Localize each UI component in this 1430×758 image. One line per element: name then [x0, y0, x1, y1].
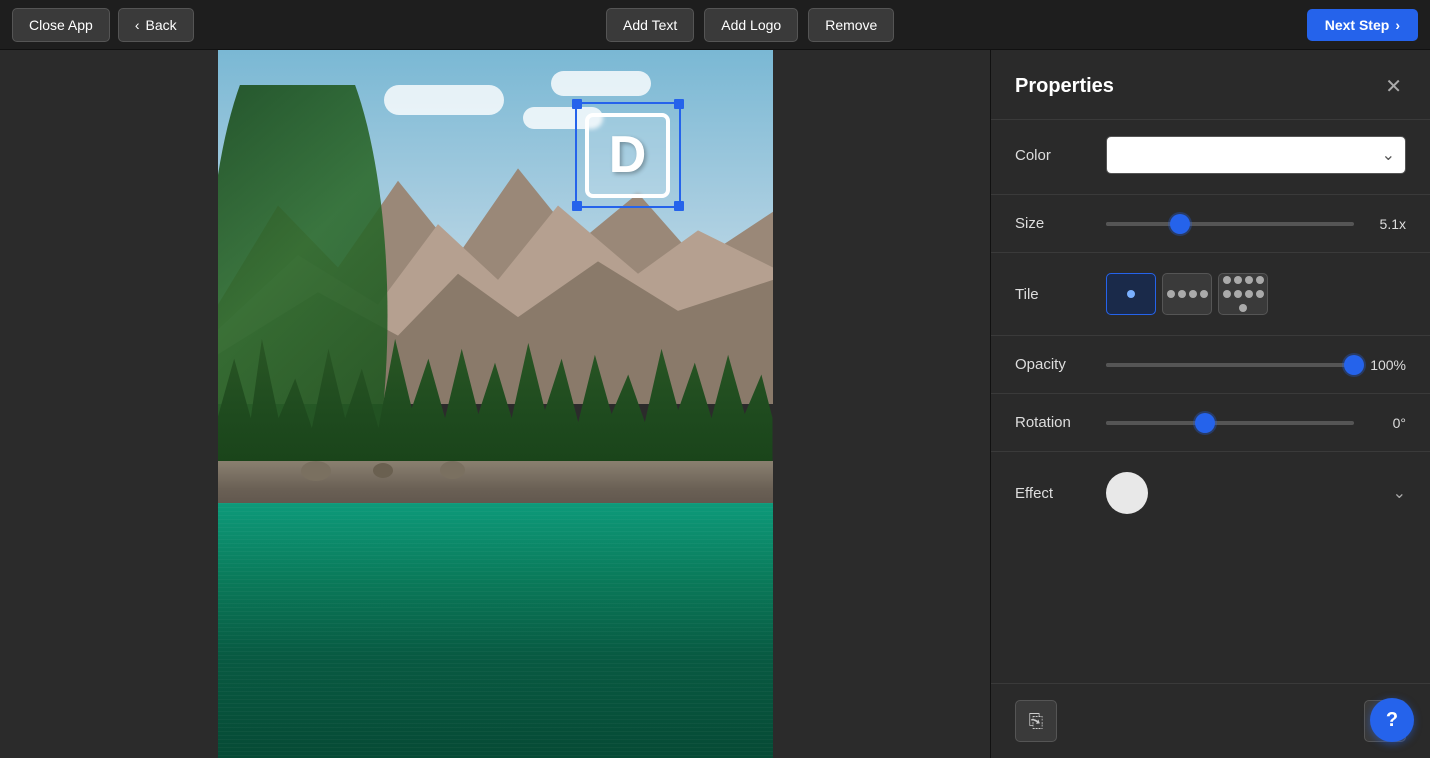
divider-3	[991, 335, 1430, 336]
size-slider-track[interactable]	[1106, 222, 1354, 226]
corner-tr[interactable]	[674, 99, 684, 109]
size-label: Size	[1015, 215, 1090, 232]
opacity-label: Opacity	[1015, 356, 1090, 373]
size-slider-container: 5.1x	[1106, 216, 1406, 232]
rotation-slider-track[interactable]	[1106, 421, 1354, 425]
color-label: Color	[1015, 147, 1090, 164]
rotation-label: Rotation	[1015, 414, 1090, 431]
panel-close-button[interactable]: ✕	[1381, 70, 1406, 103]
logo-letter: D	[609, 125, 647, 185]
color-dropdown-arrow-icon: ⌄	[1382, 145, 1395, 165]
panel-header: Properties ✕	[991, 50, 1430, 120]
opacity-slider-thumb[interactable]	[1344, 355, 1364, 375]
tile-option-four[interactable]	[1162, 273, 1212, 315]
close-app-button[interactable]: Close App	[12, 8, 110, 42]
tile-row: Tile	[1015, 273, 1406, 315]
divider-1	[991, 194, 1430, 195]
next-step-label: Next Step	[1325, 17, 1390, 33]
tile-options	[1106, 273, 1406, 315]
topbar-center: Add Text Add Logo Remove	[606, 8, 894, 42]
back-chevron-icon: ‹	[135, 17, 140, 33]
lake-overlay	[218, 503, 773, 758]
topbar-right: Next Step ›	[1307, 9, 1418, 41]
rotation-slider-container: 0°	[1106, 415, 1406, 431]
add-text-button[interactable]: Add Text	[606, 8, 694, 42]
corner-bl[interactable]	[572, 201, 582, 211]
panel-footer: ⎘ 🗑	[991, 683, 1430, 758]
tile-option-single[interactable]	[1106, 273, 1156, 315]
tile-single-dot	[1127, 290, 1135, 298]
size-slider-thumb[interactable]	[1170, 214, 1190, 234]
color-row: Color ⌄	[1015, 136, 1406, 174]
next-chevron-icon: ›	[1395, 17, 1400, 33]
divider-4	[991, 393, 1430, 394]
rotation-slider-thumb[interactable]	[1195, 413, 1215, 433]
opacity-value: 100%	[1364, 357, 1406, 373]
cloud-3	[551, 71, 651, 96]
effect-row: Effect ⌄	[1015, 472, 1406, 514]
duplicate-icon: ⎘	[1029, 711, 1043, 732]
add-text-label: Add Text	[623, 17, 677, 33]
opacity-row: Opacity 100%	[1015, 356, 1406, 373]
canvas-area[interactable]: D	[0, 50, 990, 758]
effect-dropdown-arrow-icon[interactable]: ⌄	[1393, 483, 1406, 503]
size-row: Size 5.1x	[1015, 215, 1406, 232]
effect-circle	[1106, 472, 1148, 514]
rotation-row: Rotation 0°	[1015, 414, 1406, 431]
rotation-value: 0°	[1364, 415, 1406, 431]
size-value: 5.1x	[1364, 216, 1406, 232]
topbar: Close App ‹ Back Add Text Add Logo Remov…	[0, 0, 1430, 50]
opacity-slider-container: 100%	[1106, 357, 1406, 373]
logo-icon[interactable]: D	[585, 113, 670, 198]
next-step-button[interactable]: Next Step ›	[1307, 9, 1418, 41]
close-app-label: Close App	[29, 17, 93, 33]
back-button[interactable]: ‹ Back	[118, 8, 194, 42]
opacity-slider-track[interactable]	[1106, 363, 1354, 367]
corner-tl[interactable]	[572, 99, 582, 109]
scene	[218, 50, 773, 758]
canvas-image-container: D	[218, 50, 773, 758]
back-label: Back	[146, 17, 177, 33]
tile-option-nine[interactable]	[1218, 273, 1268, 315]
help-icon: ?	[1386, 709, 1398, 732]
corner-br[interactable]	[674, 201, 684, 211]
tile-label: Tile	[1015, 286, 1090, 303]
divider-2	[991, 252, 1430, 253]
main-content: D Properties ✕ Color ⌄ Size	[0, 50, 1430, 758]
panel-title: Properties	[1015, 75, 1114, 98]
duplicate-button[interactable]: ⎘	[1015, 700, 1057, 742]
color-picker-button[interactable]: ⌄	[1106, 136, 1406, 174]
lake	[218, 503, 773, 758]
divider-5	[991, 451, 1430, 452]
effect-label: Effect	[1015, 485, 1090, 502]
properties-panel: Properties ✕ Color ⌄ Size	[990, 50, 1430, 758]
panel-body: Color ⌄ Size 5.1x Ti	[991, 120, 1430, 683]
topbar-left: Close App ‹ Back	[12, 8, 194, 42]
help-button[interactable]: ?	[1370, 698, 1414, 742]
remove-button[interactable]: Remove	[808, 8, 894, 42]
close-x-icon: ✕	[1385, 74, 1402, 99]
add-logo-label: Add Logo	[721, 17, 781, 33]
cloud-1	[384, 85, 504, 115]
logo-overlay[interactable]: D	[578, 105, 678, 205]
add-logo-button[interactable]: Add Logo	[704, 8, 798, 42]
remove-label: Remove	[825, 17, 877, 33]
